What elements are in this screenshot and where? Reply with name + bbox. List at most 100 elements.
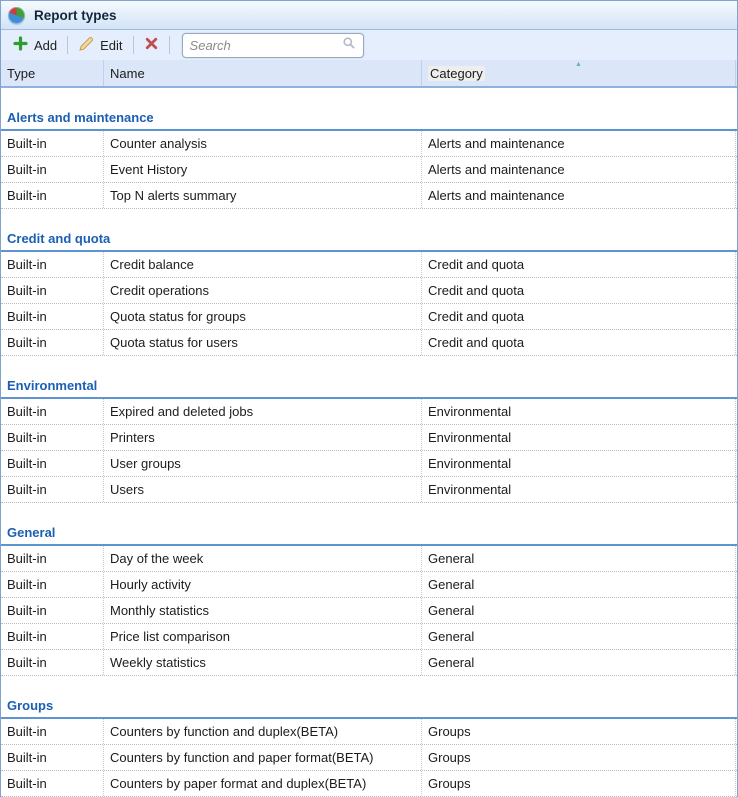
- table-row[interactable]: Built-inWeekly statisticsGeneral: [1, 650, 737, 676]
- cell-name: Counter analysis: [104, 131, 422, 156]
- cell-name: Counters by function and duplex(BETA): [104, 719, 422, 744]
- cell-type: Built-in: [1, 451, 104, 476]
- cell-category: Environmental: [422, 477, 736, 502]
- cell-category: General: [422, 624, 736, 649]
- table-row[interactable]: Built-inCounter analysisAlerts and maint…: [1, 131, 737, 157]
- table-row[interactable]: Built-inPrintersEnvironmental: [1, 425, 737, 451]
- cell-type: Built-in: [1, 304, 104, 329]
- table-row[interactable]: Built-inCounters by paper format and dup…: [1, 771, 737, 797]
- table-row[interactable]: Built-inUsersEnvironmental: [1, 477, 737, 503]
- search-box[interactable]: [182, 33, 364, 58]
- table-row[interactable]: Built-inUser groupsEnvironmental: [1, 451, 737, 477]
- cell-name: Counters by function and paper format(BE…: [104, 745, 422, 770]
- cell-type: Built-in: [1, 183, 104, 208]
- pencil-icon: [78, 36, 94, 55]
- cell-type: Built-in: [1, 425, 104, 450]
- table-row[interactable]: Built-inDay of the weekGeneral: [1, 546, 737, 572]
- title-bar: Report types: [1, 1, 737, 30]
- cell-type: Built-in: [1, 650, 104, 675]
- group-header: Alerts and maintenance: [1, 88, 737, 131]
- table-row[interactable]: Built-inMonthly statisticsGeneral: [1, 598, 737, 624]
- column-header-row: Type Name ▲ Category: [1, 60, 738, 88]
- table-row[interactable]: Built-inQuota status for usersCredit and…: [1, 330, 737, 356]
- cell-category: Credit and quota: [422, 330, 736, 355]
- cell-type: Built-in: [1, 131, 104, 156]
- cell-category: Groups: [422, 745, 736, 770]
- toolbar-separator: [133, 36, 134, 54]
- add-button[interactable]: Add: [9, 34, 61, 56]
- cell-name: Quota status for groups: [104, 304, 422, 329]
- column-header-name[interactable]: Name: [104, 60, 422, 86]
- delete-button[interactable]: [140, 34, 163, 56]
- cell-type: Built-in: [1, 477, 104, 502]
- group-header: Environmental: [1, 356, 737, 399]
- edit-button[interactable]: Edit: [74, 34, 126, 57]
- cell-name: Counters by paper format and duplex(BETA…: [104, 771, 422, 796]
- cell-name: Users: [104, 477, 422, 502]
- cell-name: Expired and deleted jobs: [104, 399, 422, 424]
- cell-category: Groups: [422, 771, 736, 796]
- table-row[interactable]: Built-inCounters by function and duplex(…: [1, 719, 737, 745]
- green-plus-icon: [13, 36, 28, 54]
- cell-type: Built-in: [1, 719, 104, 744]
- cell-name: Credit operations: [104, 278, 422, 303]
- cell-name: Credit balance: [104, 252, 422, 277]
- table-row[interactable]: Built-inHourly activityGeneral: [1, 572, 737, 598]
- cell-category: General: [422, 650, 736, 675]
- table-row[interactable]: Built-inCredit operationsCredit and quot…: [1, 278, 737, 304]
- cell-type: Built-in: [1, 572, 104, 597]
- cell-category: Environmental: [422, 425, 736, 450]
- cell-category: Credit and quota: [422, 278, 736, 303]
- column-header-category[interactable]: ▲ Category: [422, 60, 736, 86]
- table-row[interactable]: Built-inCounters by function and paper f…: [1, 745, 737, 771]
- group-title: Alerts and maintenance: [7, 109, 154, 127]
- cell-category: Environmental: [422, 399, 736, 424]
- table-row[interactable]: Built-inExpired and deleted jobsEnvironm…: [1, 399, 737, 425]
- toolbar-separator: [67, 36, 68, 54]
- sort-ascending-arrow: ▲: [575, 61, 582, 68]
- cell-name: Price list comparison: [104, 624, 422, 649]
- cell-type: Built-in: [1, 598, 104, 623]
- cell-type: Built-in: [1, 624, 104, 649]
- cell-category: Environmental: [422, 451, 736, 476]
- cell-category: Alerts and maintenance: [422, 131, 736, 156]
- search-input[interactable]: [190, 38, 342, 53]
- cell-category: Alerts and maintenance: [422, 157, 736, 182]
- report-types-window: Report types Add Edit: [0, 0, 738, 797]
- table-row[interactable]: Built-inQuota status for groupsCredit an…: [1, 304, 737, 330]
- column-header-type-label: Type: [7, 66, 35, 81]
- cell-type: Built-in: [1, 330, 104, 355]
- table-row[interactable]: Built-inEvent HistoryAlerts and maintena…: [1, 157, 737, 183]
- table-row[interactable]: Built-inTop N alerts summaryAlerts and m…: [1, 183, 737, 209]
- group-title: Credit and quota: [7, 230, 110, 248]
- cell-category: General: [422, 572, 736, 597]
- cell-name: Hourly activity: [104, 572, 422, 597]
- cell-type: Built-in: [1, 252, 104, 277]
- red-x-icon: [144, 36, 159, 54]
- cell-name: Weekly statistics: [104, 650, 422, 675]
- cell-category: Credit and quota: [422, 304, 736, 329]
- toolbar-separator: [169, 36, 170, 54]
- cell-category: Credit and quota: [422, 252, 736, 277]
- column-header-type[interactable]: Type: [1, 60, 104, 86]
- window-title: Report types: [34, 8, 117, 23]
- column-header-category-label: Category: [428, 66, 485, 81]
- group-header: Credit and quota: [1, 209, 737, 252]
- column-header-name-label: Name: [110, 66, 145, 81]
- cell-name: Event History: [104, 157, 422, 182]
- table-row[interactable]: Built-inPrice list comparisonGeneral: [1, 624, 737, 650]
- table-row[interactable]: Built-inCredit balanceCredit and quota: [1, 252, 737, 278]
- group-header: Groups: [1, 676, 737, 719]
- cell-name: Quota status for users: [104, 330, 422, 355]
- group-title: Groups: [7, 697, 53, 715]
- cell-name: User groups: [104, 451, 422, 476]
- edit-button-label: Edit: [100, 38, 122, 53]
- report-list: Alerts and maintenanceBuilt-inCounter an…: [1, 88, 737, 797]
- cell-category: General: [422, 546, 736, 571]
- group-header: General: [1, 503, 737, 546]
- cell-name: Day of the week: [104, 546, 422, 571]
- cell-type: Built-in: [1, 745, 104, 770]
- cell-type: Built-in: [1, 157, 104, 182]
- group-title: General: [7, 524, 55, 542]
- cell-type: Built-in: [1, 399, 104, 424]
